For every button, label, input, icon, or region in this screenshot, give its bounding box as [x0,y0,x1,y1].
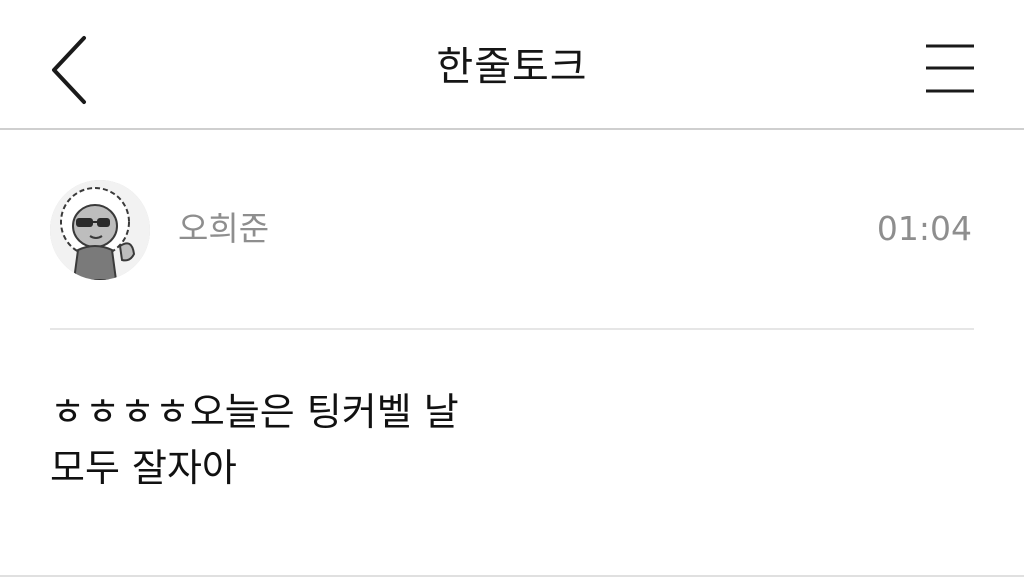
page-title: 한줄토크 [436,44,588,90]
divider [50,328,974,330]
post-header: 오희준 01:04 [0,132,1024,328]
top-bar: 한줄토크 [0,0,1024,130]
character-avatar-icon [50,180,150,280]
message-body: ㅎㅎㅎㅎ오늘은 팅커벨 날 모두 잘자아 [50,384,970,496]
hamburger-menu-icon [926,44,974,93]
message-line: ㅎㅎㅎㅎ오늘은 팅커벨 날 [50,390,459,434]
author-name[interactable]: 오희준 [178,208,269,250]
screen: 한줄토크 오희준 01:04 ㅎㅎㅎㅎ오늘은 팅커벨 날 모두 잘자아 [0,0,1024,577]
post-time: 01:04 [876,209,972,248]
avatar[interactable] [50,180,150,280]
message-line: 모두 잘자아 [50,446,237,490]
menu-button[interactable] [920,42,978,96]
